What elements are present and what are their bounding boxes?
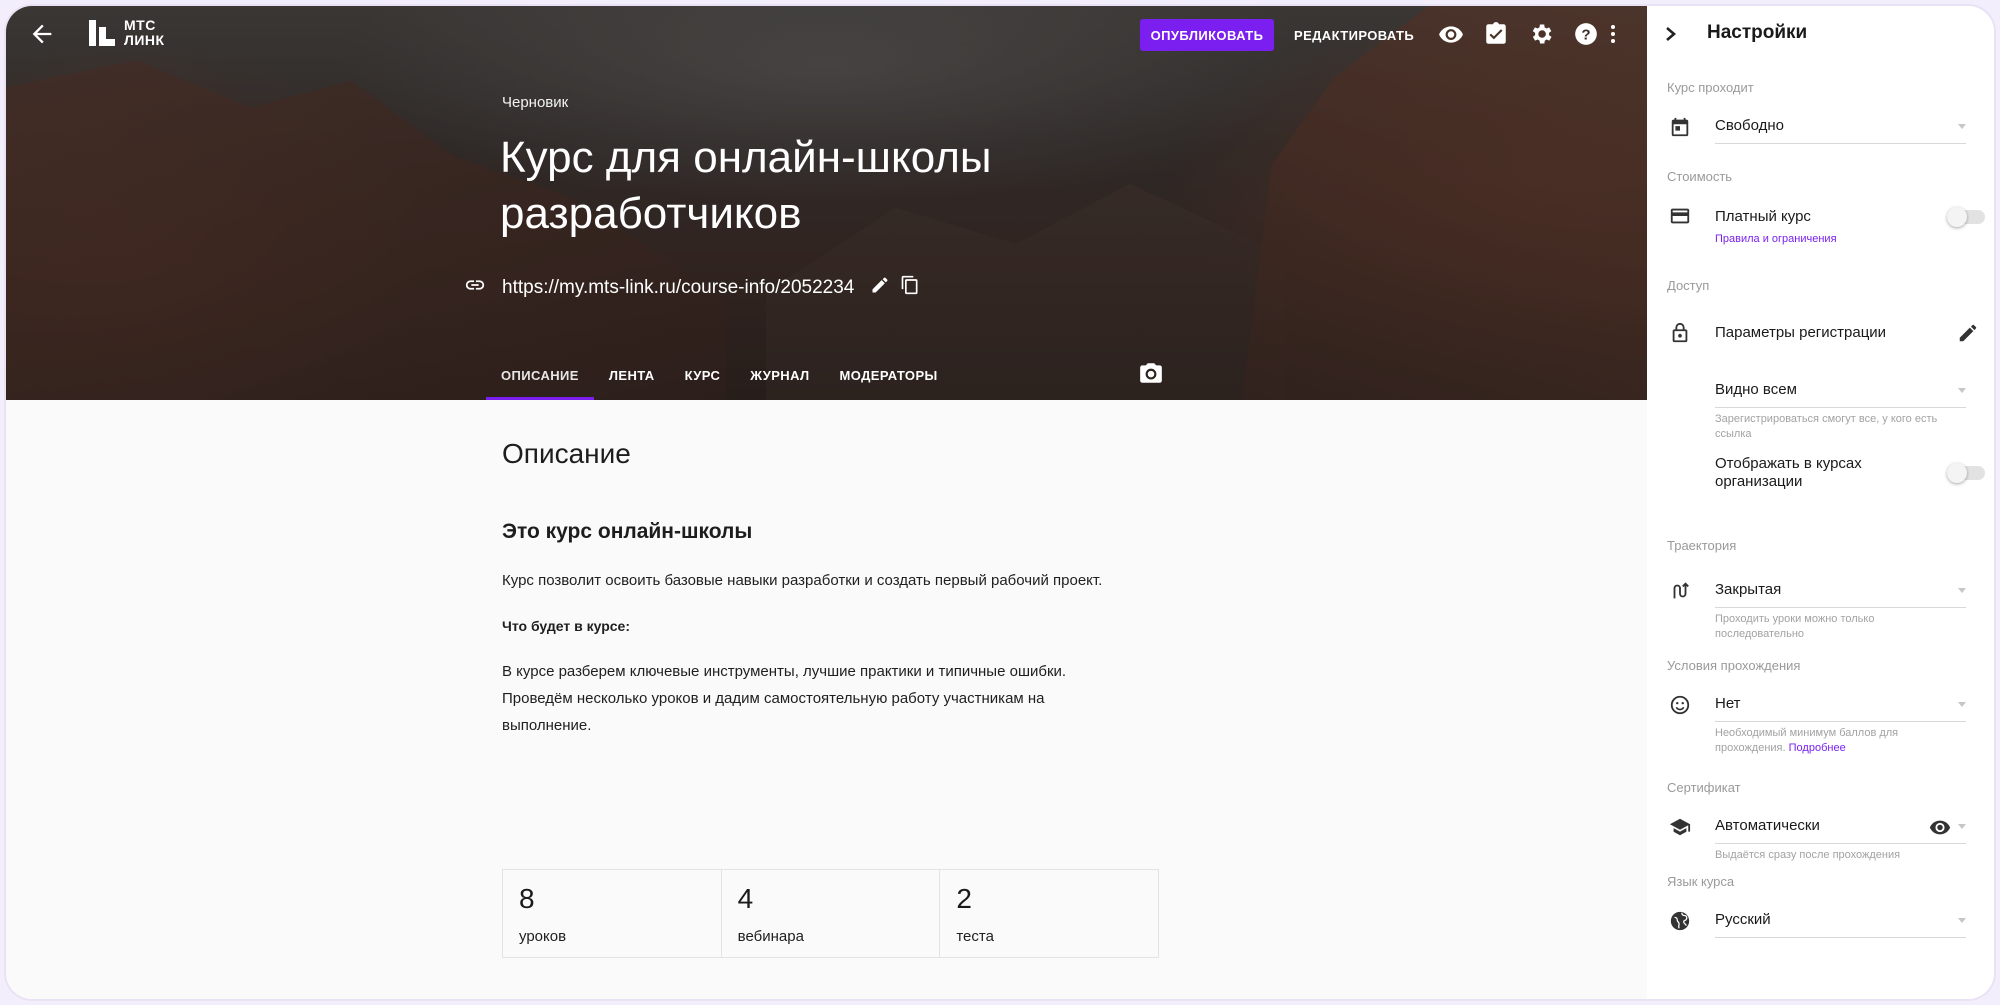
passing-select[interactable]: Свободно	[1715, 110, 1966, 144]
help-icon[interactable]: ?	[1573, 21, 1599, 47]
visibility-hint: Зарегистрироваться смогут все, у кого ес…	[1715, 413, 1938, 440]
more-vert-icon[interactable]	[1606, 21, 1620, 47]
certificate-label: Сертификат	[1667, 780, 1741, 795]
stat-label: теста	[956, 928, 994, 945]
certificate-value: Автоматически	[1715, 817, 1820, 834]
conditions-select[interactable]: Нет	[1715, 688, 1966, 722]
course-cover: МТС ЛИНК ОПУБЛИКОВАТЬ РЕДАКТИРОВАТЬ ? Че…	[6, 6, 1647, 400]
pencil-icon[interactable]	[870, 275, 890, 300]
course-url-row: https://my.mts-link.ru/course-info/20522…	[464, 274, 920, 301]
language-value: Русский	[1715, 911, 1771, 928]
stat-value: 8	[519, 883, 535, 914]
trajectory-label: Траектория	[1667, 538, 1737, 553]
smile-icon	[1669, 694, 1691, 716]
tab-moderators[interactable]: МОДЕРАТОРЫ	[825, 358, 953, 400]
globe-icon	[1669, 910, 1691, 932]
stat-value: 2	[956, 883, 972, 914]
tab-journal[interactable]: ЖУРНАЛ	[735, 358, 824, 400]
graduation-cap-icon	[1669, 816, 1691, 838]
lock-icon	[1669, 322, 1691, 344]
description-heading: Описание	[502, 438, 631, 469]
passing-label: Курс проходит	[1667, 80, 1754, 95]
certificate-hint: Выдаётся сразу после прохождения	[1715, 849, 1901, 861]
stat-webinars: 4 вебинара	[722, 870, 941, 957]
show-in-org-label: Отображать в курсах организации	[1715, 455, 1862, 490]
conditions-value: Нет	[1715, 695, 1741, 712]
stat-tests: 2 теста	[940, 870, 1158, 957]
description-intro: Курс позволит освоить базовые навыки раз…	[502, 572, 1103, 589]
course-status: Черновик	[502, 94, 569, 111]
conditions-label: Условия прохождения	[1667, 658, 1801, 673]
credit-card-icon	[1669, 205, 1691, 227]
logo-line2: ЛИНК	[124, 32, 165, 48]
show-in-org-toggle[interactable]	[1947, 463, 1985, 483]
copy-icon[interactable]	[900, 275, 920, 300]
description-line-3: выполнение.	[502, 717, 592, 734]
caret-down-icon	[1958, 588, 1966, 593]
description-line-2: Проведём несколько уроков и дадим самост…	[502, 690, 1045, 707]
top-bar: МТС ЛИНК ОПУБЛИКОВАТЬ РЕДАКТИРОВАТЬ ?	[6, 6, 1647, 62]
gear-icon[interactable]	[1528, 21, 1554, 47]
back-arrow-icon[interactable]	[28, 20, 56, 48]
caret-down-icon	[1958, 124, 1966, 129]
chevron-right-icon[interactable]	[1659, 20, 1683, 48]
tab-feed[interactable]: ЛЕНТА	[594, 358, 670, 400]
paid-course-toggle[interactable]	[1947, 207, 1985, 227]
trajectory-value: Закрытая	[1715, 581, 1782, 598]
language-select[interactable]: Русский	[1715, 904, 1966, 938]
main-area: МТС ЛИНК ОПУБЛИКОВАТЬ РЕДАКТИРОВАТЬ ? Че…	[6, 6, 1647, 999]
camera-icon[interactable]	[1138, 360, 1164, 386]
stat-label: вебинара	[737, 928, 804, 945]
conditions-hint: Необходимый минимум баллов для прохожден…	[1715, 726, 1965, 756]
settings-title: Настройки	[1707, 22, 1808, 43]
course-url[interactable]: https://my.mts-link.ru/course-info/20522…	[502, 277, 854, 299]
pencil-icon[interactable]	[1957, 322, 1979, 344]
calendar-icon	[1669, 116, 1691, 138]
eye-icon[interactable]	[1438, 21, 1464, 47]
visibility-select[interactable]: Видно всем	[1715, 374, 1966, 408]
rules-link[interactable]: Правила и ограничения	[1715, 232, 1965, 247]
course-title: Курс для онлайн-школы разработчиков	[500, 133, 992, 238]
description-subheading: Это курс онлайн-школы	[502, 520, 753, 543]
edit-button[interactable]: РЕДАКТИРОВАТЬ	[1286, 19, 1422, 51]
stat-value: 4	[737, 883, 754, 914]
tab-description[interactable]: ОПИСАНИЕ	[486, 358, 594, 400]
route-icon	[1669, 580, 1691, 602]
access-label: Доступ	[1667, 278, 1710, 293]
tab-course[interactable]: КУРС	[670, 358, 736, 400]
settings-panel: Настройки Курс проходит Свободно Стоимос…	[1647, 6, 1994, 999]
logo-mark-icon	[88, 19, 116, 47]
description-bold-label: Что будет в курсе:	[502, 618, 630, 634]
caret-down-icon	[1958, 702, 1966, 707]
stat-lessons: 8 уроков	[503, 870, 722, 957]
course-stats: 8 уроков 4 вебинара 2 теста	[502, 869, 1159, 958]
logo-line1: МТС	[124, 17, 156, 33]
caret-down-icon	[1958, 918, 1966, 923]
description-line-1: В курсе разберем ключевые инструменты, л…	[502, 663, 1067, 680]
cost-label: Стоимость	[1667, 169, 1733, 184]
paid-course-label: Платный курс	[1715, 208, 1811, 225]
caret-down-icon	[1958, 388, 1966, 393]
language-label: Язык курса	[1667, 874, 1735, 889]
course-tabs: ОПИСАНИЕ ЛЕНТА КУРС ЖУРНАЛ МОДЕРАТОРЫ	[486, 358, 953, 400]
trajectory-hint: Проходить уроки можно только последовате…	[1715, 613, 1875, 640]
more-link[interactable]: Подробнее	[1789, 742, 1846, 754]
app-window: МТС ЛИНК ОПУБЛИКОВАТЬ РЕДАКТИРОВАТЬ ? Че…	[6, 6, 1994, 999]
svg-text:?: ?	[1581, 26, 1590, 43]
settings-header: Настройки	[1647, 6, 1994, 62]
registration-label: Параметры регистрации	[1715, 324, 1887, 341]
trajectory-select[interactable]: Закрытая	[1715, 574, 1966, 608]
publish-button[interactable]: ОПУБЛИКОВАТЬ	[1140, 19, 1274, 51]
passing-value: Свободно	[1715, 117, 1784, 134]
mts-link-logo[interactable]: МТС ЛИНК	[88, 18, 165, 48]
stat-label: уроков	[519, 928, 567, 945]
link-icon	[464, 274, 486, 301]
caret-down-icon	[1958, 824, 1966, 829]
visibility-value: Видно всем	[1715, 381, 1797, 398]
checklist-icon[interactable]	[1483, 21, 1509, 47]
eye-icon[interactable]	[1929, 816, 1953, 838]
